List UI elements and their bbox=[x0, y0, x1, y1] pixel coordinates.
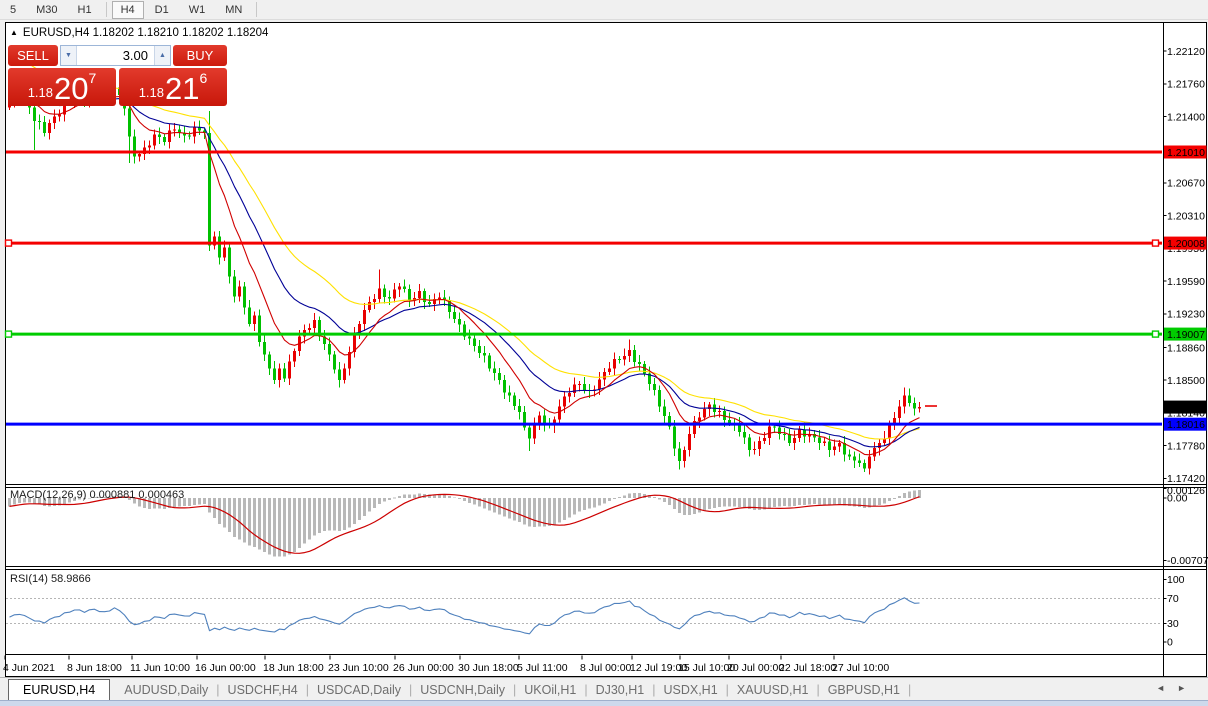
price-axis-label: 1.21400 bbox=[1167, 111, 1205, 123]
hline-handle bbox=[6, 240, 12, 246]
time-axis-label: 26 Jun 00:00 bbox=[393, 662, 454, 674]
rsi-axis-label: 70 bbox=[1167, 593, 1179, 605]
sell-price-sup: 7 bbox=[89, 70, 97, 86]
price-badge-1.19007: 1.19007 bbox=[1164, 328, 1207, 341]
sell-price-prefix: 1.18 bbox=[28, 85, 53, 100]
price-axis-label: 1.17420 bbox=[1167, 473, 1205, 485]
last-price-badge: 1.18204 bbox=[1164, 401, 1207, 414]
chart-title-text: EURUSD,H4 1.18202 1.18210 1.18202 1.1820… bbox=[23, 27, 269, 39]
chart-tabs: EURUSD,H4AUDUSD,Daily|USDCHF,H4|USDCAD,D… bbox=[0, 679, 911, 701]
tab-gbpusd-h1[interactable]: GBPUSD,H1 bbox=[820, 681, 908, 699]
rsi-indicator-label: RSI(14) 58.9866 bbox=[10, 573, 91, 585]
time-axis-label: 4 Jun 2021 bbox=[3, 662, 55, 674]
macd-axis-label: -0.00707 bbox=[1167, 555, 1208, 567]
svg-text:1.18016: 1.18016 bbox=[1167, 419, 1205, 431]
tab-scroll-right-icon[interactable]: ► bbox=[1177, 683, 1198, 693]
svg-text:1.21010: 1.21010 bbox=[1167, 147, 1205, 159]
time-axis-label: 27 Jul 10:00 bbox=[832, 662, 889, 674]
price-axis-label: 1.21760 bbox=[1167, 79, 1205, 91]
sell-price-big: 20 bbox=[54, 74, 88, 104]
time-axis-label: 22 Jul 18:00 bbox=[779, 662, 836, 674]
rsi-axis-label: 100 bbox=[1167, 574, 1185, 586]
chart-tab-bar: EURUSD,H4AUDUSD,Daily|USDCHF,H4|USDCAD,D… bbox=[0, 677, 1208, 701]
tab-usdx-h1[interactable]: USDX,H1 bbox=[655, 681, 725, 699]
price-axis-label: 1.19230 bbox=[1167, 309, 1205, 321]
buy-price-big: 21 bbox=[165, 74, 199, 104]
tab-audusd-daily[interactable]: AUDUSD,Daily bbox=[116, 681, 216, 699]
status-bar bbox=[0, 700, 1208, 706]
tab-usdchf-h4[interactable]: USDCHF,H4 bbox=[220, 681, 306, 699]
price-badge-1.21010: 1.21010 bbox=[1164, 146, 1207, 159]
time-axis-label: 8 Jun 18:00 bbox=[67, 662, 122, 674]
macd-axis-label: 0.00 bbox=[1167, 493, 1188, 505]
chart-title: ▲ EURUSD,H4 1.18202 1.18210 1.18202 1.182… bbox=[10, 27, 268, 39]
tab-usdcnh-daily[interactable]: USDCNH,Daily bbox=[412, 681, 513, 699]
time-axis-label: 11 Jun 10:00 bbox=[130, 662, 190, 674]
price-axis-label: 1.17780 bbox=[1167, 440, 1205, 452]
svg-text:1.20008: 1.20008 bbox=[1167, 238, 1205, 250]
volume-input[interactable]: 3.00 bbox=[77, 46, 154, 65]
chart-window-frame bbox=[6, 23, 1207, 677]
tab-xauusd-h1[interactable]: XAUUSD,H1 bbox=[729, 681, 817, 699]
hline-handle bbox=[1153, 331, 1159, 337]
buy-button[interactable]: BUY bbox=[173, 45, 227, 66]
time-axis-label: 18 Jun 18:00 bbox=[263, 662, 324, 674]
tab-separator: | bbox=[908, 683, 911, 697]
price-badge-1.18016: 1.18016 bbox=[1164, 418, 1207, 431]
svg-text:1.19007: 1.19007 bbox=[1167, 329, 1205, 341]
time-axis-label: 20 Jul 00:00 bbox=[727, 662, 784, 674]
price-axis-label: 1.18500 bbox=[1167, 375, 1205, 387]
volume-decrease-button[interactable]: ▼ bbox=[61, 46, 77, 65]
buy-price-prefix: 1.18 bbox=[139, 85, 164, 100]
price-axis-label: 1.19590 bbox=[1167, 276, 1205, 288]
price-axis-label: 1.22120 bbox=[1167, 46, 1205, 58]
time-axis-label: 16 Jun 00:00 bbox=[195, 662, 256, 674]
buy-price-tile[interactable]: 1.18216 bbox=[119, 68, 227, 106]
volume-spinner: ▼ 3.00 ▲ bbox=[60, 45, 171, 66]
sell-price-tile[interactable]: 1.18207 bbox=[8, 68, 116, 106]
spin-down-icon: ▼ bbox=[65, 52, 72, 59]
tab-scroll-left-icon[interactable]: ◄ bbox=[1156, 683, 1177, 693]
hline-handle bbox=[6, 331, 12, 337]
sell-button[interactable]: SELL bbox=[8, 45, 58, 66]
tab-dj30-h1[interactable]: DJ30,H1 bbox=[588, 681, 653, 699]
collapse-panel-icon[interactable]: ▲ bbox=[10, 28, 18, 37]
svg-text:1.18204: 1.18204 bbox=[1167, 402, 1205, 414]
spin-up-icon: ▲ bbox=[159, 52, 166, 59]
rsi-axis-label: 0 bbox=[1167, 637, 1173, 649]
tab-ukoil-h1[interactable]: UKOil,H1 bbox=[516, 681, 584, 699]
rsi-axis-label: 30 bbox=[1167, 618, 1179, 630]
hline-handle bbox=[1153, 240, 1159, 246]
tab-usdcad-daily[interactable]: USDCAD,Daily bbox=[309, 681, 409, 699]
price-axis-label: 1.20310 bbox=[1167, 210, 1205, 222]
tab-scroll-arrows: ◄► bbox=[1156, 683, 1198, 693]
time-axis-label: 5 Jul 11:00 bbox=[517, 662, 568, 674]
one-click-trading-panel: SELL ▼ 3.00 ▲ BUY 1.18207 1.18216 bbox=[8, 45, 227, 106]
volume-increase-button[interactable]: ▲ bbox=[154, 46, 170, 65]
macd-indicator-label: MACD(12,26,9) 0.000881 0.000463 bbox=[10, 489, 184, 501]
time-axis-label: 8 Jul 00:00 bbox=[580, 662, 632, 674]
time-axis-label: 23 Jun 10:00 bbox=[328, 662, 389, 674]
time-axis-label: 30 Jun 18:00 bbox=[458, 662, 519, 674]
price-badge-1.20008: 1.20008 bbox=[1164, 237, 1207, 250]
price-axis-label: 1.20670 bbox=[1167, 178, 1205, 190]
mt4-window: 5M30H1H4D1W1MN 1.221201.217601.214001.20… bbox=[0, 0, 1208, 706]
buy-price-sup: 6 bbox=[200, 70, 208, 86]
tab-eurusd-h4[interactable]: EURUSD,H4 bbox=[8, 679, 110, 701]
price-axis-label: 1.18860 bbox=[1167, 342, 1205, 354]
